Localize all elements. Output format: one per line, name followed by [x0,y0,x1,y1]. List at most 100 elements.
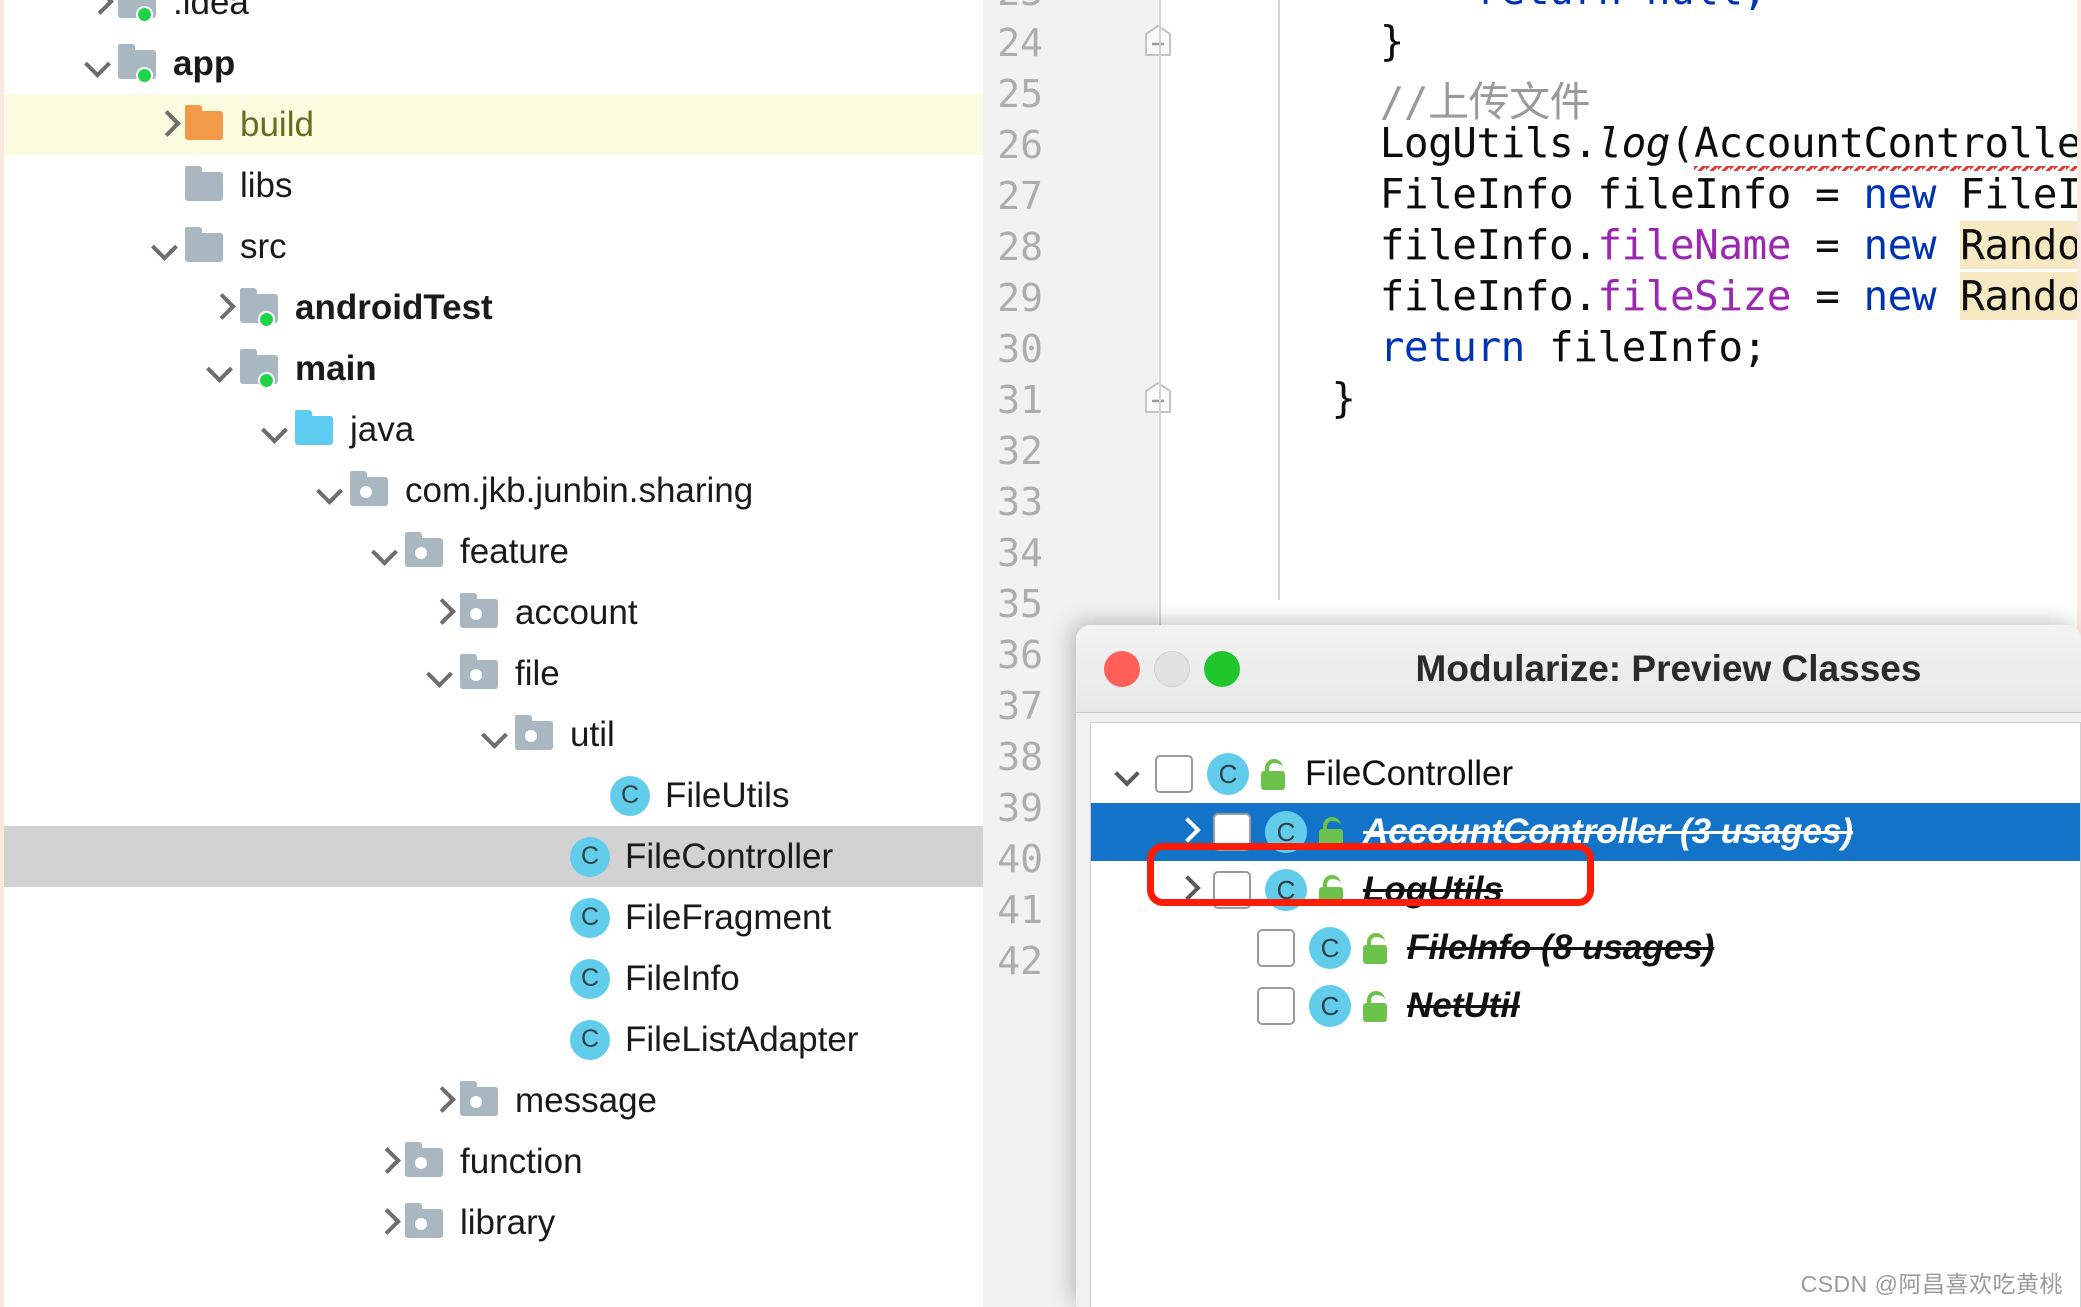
gutter-line-number: 26 [997,123,1043,167]
code-line[interactable]: return null; [1283,0,1767,14]
gutter-line-number: 38 [997,735,1043,779]
chevron-right-icon[interactable] [82,0,116,20]
chevron-down-icon[interactable] [82,47,116,81]
chevron-down-icon[interactable] [314,474,348,508]
chevron-down-icon[interactable] [1113,756,1149,792]
tree-row[interactable]: build [4,94,983,155]
chevron-down-icon[interactable] [204,352,238,386]
class-tree-row[interactable]: C FileInfo (8 usages) [1091,919,2080,977]
public-unlocked-icon [1257,755,1291,793]
tree-row[interactable]: util [4,704,983,765]
tree-row[interactable]: account [4,582,983,643]
tree-row[interactable]: C FileInfo [4,948,983,1009]
watermark-text: CSDN @阿昌喜欢吃黄桃 [1800,1271,2063,1297]
tree-row-label: FileUtils [665,775,790,815]
chevron-down-icon[interactable] [424,657,458,691]
public-unlocked-icon [1359,929,1393,967]
tree-row[interactable]: C FileUtils [4,765,983,826]
code-token: LogUtils. [1283,119,1598,167]
gutter-line-number: 30 [997,327,1043,371]
class-tree-list[interactable]: C FileController C AccountController (3 usa… [1090,722,2081,1307]
highlighted-token: Randor [1960,272,2081,320]
row-checkbox[interactable] [1213,871,1251,909]
chevron-right-icon[interactable] [1171,872,1207,908]
folder-excluded-icon [183,104,227,144]
java-class-icon: C [1207,753,1249,795]
row-checkbox[interactable] [1257,929,1295,967]
tree-row[interactable]: src [4,216,983,277]
class-row-label: FileController [1305,754,1514,793]
tree-row[interactable]: main [4,338,983,399]
tree-row[interactable]: C FileListAdapter [4,1009,983,1070]
tree-row[interactable]: library [4,1192,983,1253]
code-token: new [1863,272,1937,320]
gutter-line-number: 32 [997,429,1043,473]
java-class-icon: C [1265,811,1307,853]
code-line[interactable]: return fileInfo; [1283,323,1767,371]
tree-row[interactable]: function [4,1131,983,1192]
dialog-titlebar[interactable]: Modularize: Preview Classes [1076,625,2081,713]
chevron-right-icon[interactable] [424,596,458,630]
chevron-right-icon[interactable] [149,108,183,142]
row-checkbox[interactable] [1257,987,1295,1025]
tree-row[interactable]: java [4,399,983,460]
tree-row[interactable]: C FileFragment [4,887,983,948]
gutter-line-number: 28 [997,225,1043,269]
code-token: return null; [1283,0,1767,14]
chevron-down-icon[interactable] [369,535,403,569]
java-class-icon: C [608,774,652,818]
tree-row-label: FileFragment [625,897,832,937]
class-tree-row[interactable]: C AccountController (3 usages) [1091,803,2080,861]
chevron-down-icon[interactable] [149,230,183,264]
code-line[interactable]: fileInfo.fileName = new Randor [1283,221,2081,269]
gutter-line-number: 36 [997,633,1043,677]
tree-row[interactable]: .idea [4,0,983,33]
modularize-preview-dialog[interactable]: Modularize: Preview Classes C FileControl… [1076,625,2081,1307]
row-checkbox[interactable] [1155,755,1193,793]
class-tree-row[interactable]: C LogUtils [1091,861,2080,919]
tree-row[interactable]: com.jkb.junbin.sharing [4,460,983,521]
gutter-line-number: 33 [997,480,1043,524]
row-checkbox[interactable] [1213,813,1251,851]
code-token: new [1863,170,1936,218]
tree-row[interactable]: app [4,33,983,94]
tree-row-label: FileController [625,836,834,876]
package-folder-icon [458,653,502,693]
code-line[interactable]: FileInfo fileInfo = new FileI [1283,170,2081,218]
code-token: = [1790,272,1864,320]
tree-row[interactable]: C FileController [4,826,983,887]
tree-row[interactable]: androidTest [4,277,983,338]
folder-icon [183,165,227,205]
class-tree-row[interactable]: C FileController [1091,745,2080,803]
tree-row[interactable]: feature [4,521,983,582]
tree-row[interactable]: file [4,643,983,704]
project-tree-panel[interactable]: .idea app build libs src androidTest main java c… [0,0,983,1307]
chevron-right-icon[interactable] [1171,814,1207,850]
tree-row-label: libs [240,165,293,205]
chevron-down-icon[interactable] [479,718,513,752]
class-tree-row[interactable]: C NetUtil [1091,977,2080,1035]
chevron-right-icon[interactable] [369,1145,403,1179]
gutter-line-number: 29 [997,276,1043,320]
folder-module-icon [116,0,160,23]
package-folder-icon [403,1141,447,1181]
tree-row[interactable]: message [4,1070,983,1131]
tree-row-label: library [460,1202,556,1242]
chevron-right-icon[interactable] [369,1206,403,1240]
chevron-right-icon[interactable] [204,291,238,325]
code-token: fileInfo. [1283,272,1598,320]
tree-row[interactable]: libs [4,155,983,216]
chevron-right-icon[interactable] [424,1084,458,1118]
package-folder-icon [458,592,502,632]
chevron-down-icon[interactable] [259,413,293,447]
code-line[interactable]: LogUtils.log(AccountControlle [1283,119,2081,171]
code-token: = [1790,221,1864,269]
gutter-line-number: 27 [997,174,1043,218]
code-line[interactable]: } [1283,374,1356,422]
code-line[interactable]: } [1283,17,1405,65]
code-line[interactable]: fileInfo.fileSize = new Randor [1283,272,2081,320]
